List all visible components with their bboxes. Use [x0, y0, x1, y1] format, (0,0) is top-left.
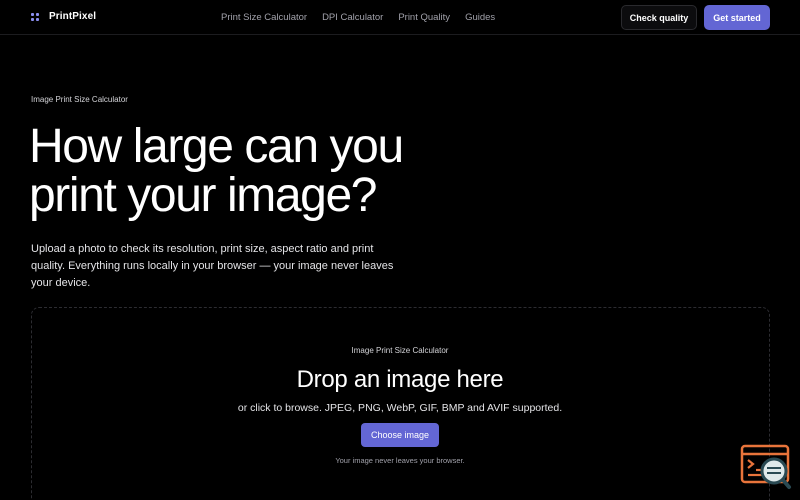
main-nav: Print Size Calculator DPI Calculator Pri… [221, 12, 495, 23]
nav-print-size-calculator[interactable]: Print Size Calculator [221, 12, 307, 23]
nav-guides[interactable]: Guides [465, 12, 495, 23]
get-started-button[interactable]: Get started [704, 5, 770, 30]
dropzone-privacy-note: Your image never leaves your browser. [335, 456, 465, 465]
hero-eyebrow: Image Print Size Calculator [31, 95, 128, 104]
console-search-icon[interactable] [740, 444, 792, 490]
dropzone-description: or click to browse. JPEG, PNG, WebP, GIF… [237, 402, 563, 414]
brand-name: PrintPixel [49, 11, 97, 22]
hero-title-line-2: print your image? [29, 169, 377, 222]
grid-dots-icon [31, 12, 41, 22]
dropzone-label: Image Print Size Calculator [351, 346, 449, 355]
nav-print-quality[interactable]: Print Quality [398, 12, 450, 23]
hero-title: How large can you print your image? [29, 122, 549, 220]
nav-dpi-calculator[interactable]: DPI Calculator [322, 12, 383, 23]
page: PrintPixel Print Size Calculator DPI Cal… [0, 0, 800, 500]
hero-title-line-1: How large can you [29, 120, 404, 173]
choose-image-button[interactable]: Choose image [361, 423, 439, 447]
dropzone-title: Drop an image here [296, 366, 504, 393]
logo[interactable]: PrintPixel [31, 11, 96, 22]
check-quality-button[interactable]: Check quality [621, 5, 697, 30]
hero-subtitle: Upload a photo to check its resolution, … [31, 243, 394, 289]
site-header: PrintPixel Print Size Calculator DPI Cal… [0, 0, 800, 35]
